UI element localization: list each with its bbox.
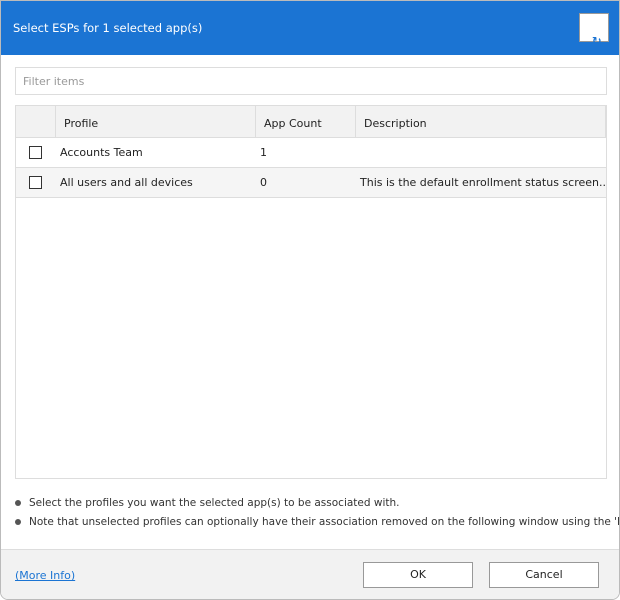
more-info-link[interactable]: (More Info) [15, 569, 75, 582]
description-cell: This is the default enrollment status sc… [360, 176, 606, 189]
column-header-description[interactable]: Description [356, 106, 606, 137]
column-header-profile[interactable]: Profile [56, 106, 256, 137]
app-count-cell: 1 [260, 146, 267, 159]
select-column-header[interactable] [16, 106, 56, 137]
table-row[interactable]: All users and all devices 0 This is the … [16, 168, 606, 198]
filter-input[interactable] [15, 67, 607, 95]
row-checkbox[interactable] [29, 146, 42, 159]
profile-cell: All users and all devices [60, 176, 193, 189]
note-item: Select the profiles you want the selecte… [15, 493, 619, 512]
footer: (More Info) OK Cancel [1, 549, 619, 599]
bullet-icon [15, 499, 21, 506]
table-row[interactable]: Accounts Team 1 [16, 138, 606, 168]
refresh-button[interactable]: ↻ [579, 13, 609, 48]
ok-button[interactable]: OK [363, 562, 473, 588]
bullet-icon [15, 518, 21, 525]
profiles-table: Profile App Count Description Accounts T… [15, 105, 607, 479]
refresh-icon: ↻ [592, 34, 602, 48]
dialog-title: Select ESPs for 1 selected app(s) [13, 21, 203, 35]
note-text: Select the profiles you want the selecte… [29, 496, 400, 509]
table-header: Profile App Count Description [16, 106, 606, 138]
note-text: Note that unselected profiles can option… [29, 515, 620, 528]
dialog: Select ESPs for 1 selected app(s) ↻ Prof… [0, 0, 620, 600]
cancel-button[interactable]: Cancel [489, 562, 599, 588]
title-bar: Select ESPs for 1 selected app(s) ↻ [1, 1, 619, 55]
notes-list: Select the profiles you want the selecte… [15, 493, 620, 531]
profile-cell: Accounts Team [60, 146, 143, 159]
row-checkbox[interactable] [29, 176, 42, 189]
app-count-cell: 0 [260, 176, 267, 189]
note-item: Note that unselected profiles can option… [15, 512, 620, 531]
column-header-app-count[interactable]: App Count [256, 106, 356, 137]
